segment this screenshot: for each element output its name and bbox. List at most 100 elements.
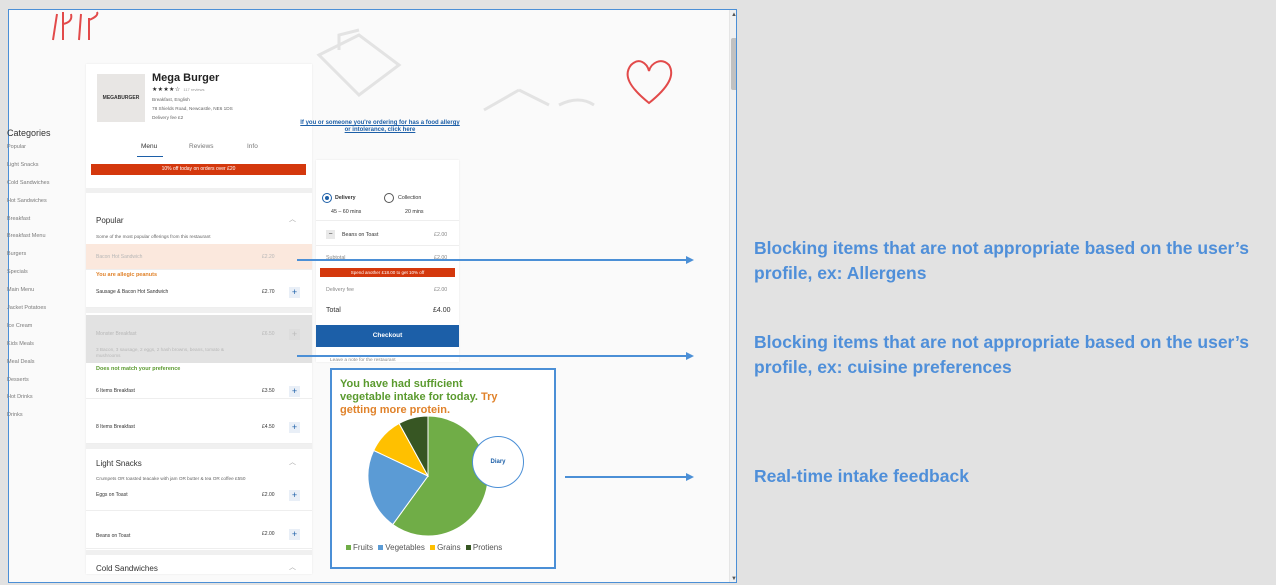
category-item[interactable]: Kids Meals [7, 341, 87, 359]
legend-item-grains: Grains [430, 543, 461, 552]
divider [86, 550, 312, 555]
heart-doodle [626, 60, 673, 105]
tab-menu[interactable]: Menu [141, 143, 157, 150]
item-name: 8 Items Breakfast [96, 424, 135, 430]
allergy-info-link[interactable]: If you or someone you're ordering for ha… [300, 120, 460, 134]
collapse-chevron-icon[interactable]: ︿ [289, 214, 296, 224]
item-price: £2.70 [262, 289, 275, 295]
menu-item[interactable]: 8 Items Breakfast £4.50 + [86, 410, 312, 444]
delivery-radio[interactable] [322, 193, 332, 203]
tab-reviews[interactable]: Reviews [189, 143, 214, 150]
menu-item[interactable]: Eggs on Toast £2.00 + [86, 481, 312, 511]
category-item[interactable]: Hot Drinks [7, 394, 87, 412]
category-item[interactable]: Drinks [7, 412, 87, 430]
spend-more-banner: Spend another £18.00 to get 10% off [320, 268, 455, 277]
add-item-button-disabled: + [289, 329, 300, 340]
menu-item[interactable]: 6 Items Breakfast £3.50 + [86, 369, 312, 399]
category-item[interactable]: Breakfast [7, 216, 87, 234]
diary-button[interactable]: Diary [472, 436, 524, 488]
legend-item-proteins: Protiens [465, 543, 502, 552]
restaurant-tabs: Menu Reviews Info [86, 139, 312, 157]
item-price: £2.00 [262, 531, 275, 537]
add-item-button[interactable]: + [289, 529, 300, 540]
delivery-fee-value: £2.00 [434, 287, 448, 293]
category-item[interactable]: Meal Deals [7, 359, 87, 377]
divider [86, 188, 312, 193]
menu-item-blocked-preference: Monster Breakfast £6.50 + 3 Bacon, 3 sau… [86, 315, 312, 363]
scroll-up-icon[interactable]: ▲ [731, 12, 736, 18]
add-item-button[interactable]: + [289, 386, 300, 397]
item-price: £2.00 [262, 492, 275, 498]
basket-item-price: £2.00 [434, 232, 448, 238]
category-item[interactable]: Hot Sandwiches [7, 198, 87, 216]
legend-item-vegetables: Vegetables [378, 543, 425, 552]
menu-item[interactable]: Beans on Toast £2.00 + [86, 511, 312, 549]
item-name: Sausage & Bacon Hot Sandwich [96, 289, 169, 295]
divider [86, 308, 312, 313]
category-item[interactable]: Jacket Potatoes [7, 305, 87, 323]
restaurant-logo: MEGABURGER [97, 74, 145, 122]
delivery-label: Delivery [335, 195, 356, 201]
total-value: £4.00 [433, 307, 451, 314]
promo-banner: 10% off today on orders over £20 [91, 164, 306, 175]
category-item[interactable]: Burgers [7, 251, 87, 269]
category-item[interactable]: Main Menu [7, 287, 87, 305]
arrow-head-icon [686, 352, 694, 360]
categories-title: Categories [7, 128, 51, 138]
section-title-light-snacks: Light Snacks [96, 459, 142, 468]
collapse-chevron-icon[interactable]: ︿ [289, 457, 296, 467]
item-price: £6.50 [262, 331, 275, 337]
item-name: 6 Items Breakfast [96, 388, 135, 394]
restaurant-cuisine: Breakfast, English [152, 97, 190, 102]
section-title-cold-sandwiches: Cold Sandwiches [96, 564, 158, 573]
rating-stars[interactable]: ★★★★☆ 117 reviews [152, 86, 204, 93]
scrollbar[interactable]: ▲ ▼ [729, 10, 736, 582]
cup-doodle [483, 88, 595, 112]
item-name: Eggs on Toast [96, 492, 128, 498]
category-item[interactable]: Specials [7, 269, 87, 287]
item-price: £2.20 [262, 254, 275, 260]
bag-doodle [316, 28, 402, 97]
section-title-popular: Popular [96, 216, 124, 225]
category-item[interactable]: Light Snacks [7, 162, 87, 180]
scroll-down-icon[interactable]: ▼ [731, 576, 736, 582]
restaurant-delivery-fee: Delivery fee £2 [152, 115, 184, 120]
collection-time: 20 mins [405, 209, 424, 215]
item-name: Bacon Hot Sandwich [96, 254, 143, 260]
delivery-time: 45 – 60 mins [331, 209, 362, 215]
restaurant-address: 78 Shields Road, Newcastle, NE6 1DS [152, 106, 233, 111]
divider [86, 444, 312, 449]
item-name: Beans on Toast [96, 533, 131, 539]
arrow-head-icon [686, 256, 694, 264]
leave-note-link[interactable]: Leave a note for the restaurant [330, 358, 396, 363]
category-item[interactable]: Cold Sandwiches [7, 180, 87, 198]
collection-radio[interactable] [384, 193, 394, 203]
checkout-button[interactable]: Checkout [316, 325, 459, 347]
add-item-button[interactable]: + [289, 490, 300, 501]
item-name: Monster Breakfast [96, 331, 137, 337]
star-icons: ★★★★☆ [152, 87, 181, 93]
collapse-chevron-icon[interactable]: ︿ [289, 562, 296, 572]
callout-preferences: Blocking items that are not appropriate … [754, 332, 1249, 377]
collection-label: Collection [398, 195, 422, 201]
category-item[interactable]: Popular [7, 144, 87, 162]
callout-allergens: Blocking items that are not appropriate … [754, 238, 1249, 283]
legend-item-fruits: Fruits [346, 543, 373, 552]
add-item-button[interactable]: + [289, 422, 300, 433]
scroll-thumb[interactable] [731, 38, 736, 90]
decrease-quantity-button[interactable]: − [326, 230, 335, 239]
menu-item[interactable]: Sausage & Bacon Hot Sandwich £2.70 + [86, 278, 312, 308]
arrow-head-icon [686, 473, 694, 481]
active-tab-indicator [137, 156, 163, 157]
menu-item-blocked-allergen: Bacon Hot Sandwich £2.20 [86, 244, 312, 270]
item-description: 3 Bacon, 3 sausage, 2 eggs, 2 hash brown… [96, 347, 224, 358]
callout-arrow-allergens [297, 259, 687, 261]
category-item[interactable]: Ice Cream [7, 323, 87, 341]
callout-arrow-preferences [297, 355, 687, 357]
tab-info[interactable]: Info [247, 143, 258, 150]
divider [316, 245, 459, 246]
category-item[interactable]: Desserts [7, 377, 87, 395]
callout-arrow-intake [565, 476, 687, 478]
add-item-button[interactable]: + [289, 287, 300, 298]
category-item[interactable]: Breakfast Menu [7, 233, 87, 251]
